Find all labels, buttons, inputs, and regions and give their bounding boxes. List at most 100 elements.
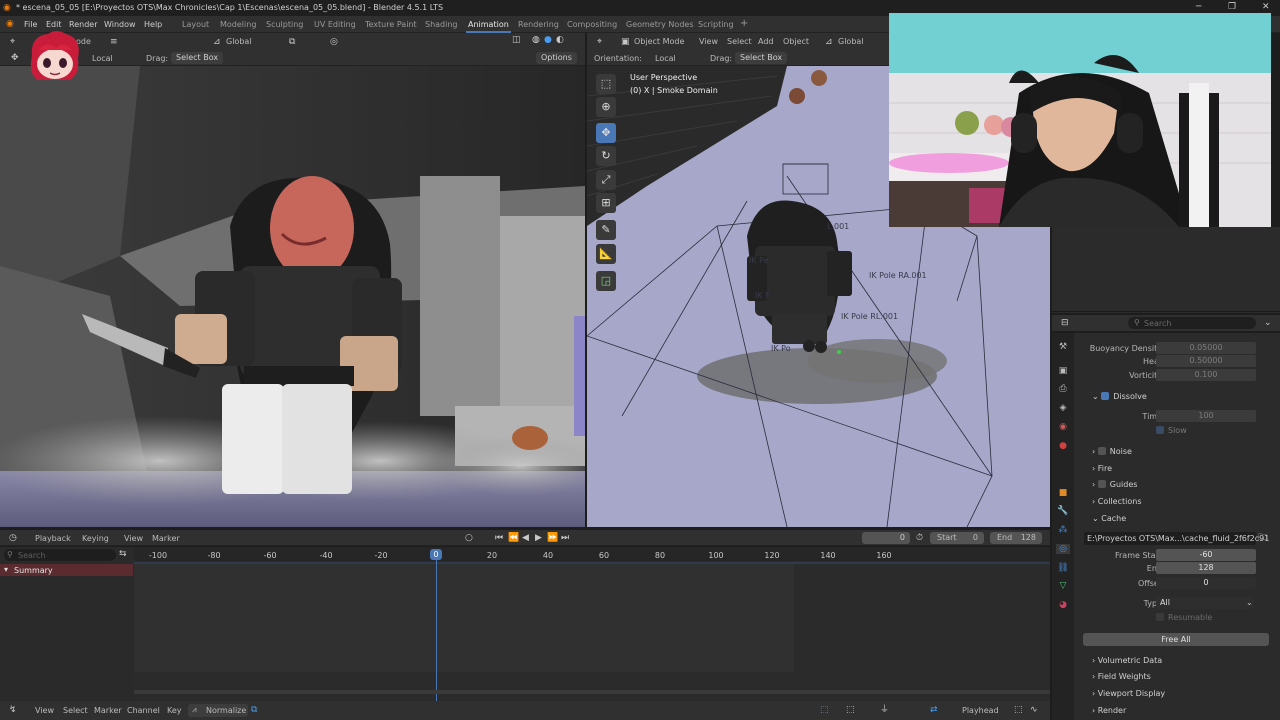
free-all-button[interactable]: Free All <box>1083 633 1269 646</box>
swap-icon[interactable]: ⇆ <box>119 549 127 559</box>
cache-directory-field[interactable]: E:\Proyectos OTS\Max...\cache_fluid_2f6f… <box>1084 532 1269 545</box>
timeline-menu-marker[interactable]: Marker <box>152 534 180 543</box>
move-tool-icon[interactable]: ✥ <box>11 53 19 63</box>
dissolve-checkbox[interactable] <box>1101 392 1110 400</box>
select-box-tool-icon[interactable]: ⬚ <box>596 74 616 94</box>
buoyancy-density-field[interactable]: 0.05000 <box>1156 342 1256 354</box>
view-layer-tab-icon[interactable]: ◈ <box>1056 403 1070 413</box>
snap-icon[interactable]: ⧉ <box>289 37 295 47</box>
start-frame-field[interactable]: Start 0 <box>930 532 984 544</box>
add-cube-tool-icon[interactable]: ◲ <box>596 271 616 291</box>
play-icon[interactable]: ▶ <box>535 533 542 543</box>
close-icon[interactable]: ✕ <box>1262 2 1270 12</box>
timeline-menu-keying[interactable]: Keying <box>82 534 109 543</box>
tool-tab-icon[interactable]: ⚒ <box>1056 342 1070 352</box>
timeline-menu-view[interactable]: View <box>124 534 143 543</box>
jump-start-icon[interactable]: ⏮ <box>495 533 503 543</box>
preview-range-icon[interactable]: ⏱ <box>916 533 923 543</box>
heat-field[interactable]: 0.50000 <box>1156 355 1256 367</box>
annotate-tool-icon[interactable]: ✎ <box>596 220 616 240</box>
resumable-checkbox[interactable] <box>1156 613 1164 621</box>
tab-scripting[interactable]: Scripting <box>698 20 734 29</box>
footer-menu-key[interactable]: Key <box>167 706 182 715</box>
summary-channel[interactable]: ▾ Summary <box>0 564 133 576</box>
slow-option[interactable]: Slow <box>1156 426 1187 435</box>
footer-menu-marker[interactable]: Marker <box>94 706 122 715</box>
editor-type-icon[interactable]: ⌖ <box>10 37 15 47</box>
measure-tool-icon[interactable]: 📐 <box>596 244 616 264</box>
menu-help[interactable]: Help <box>144 20 162 29</box>
output-tab-icon[interactable]: ⎙ <box>1056 384 1070 394</box>
object-mode-select[interactable]: Object Mode <box>634 37 684 46</box>
hidden-icon[interactable]: ⬚ <box>846 705 855 715</box>
maximize-icon[interactable]: ❐ <box>1228 2 1236 12</box>
left-pivot-value[interactable]: Local <box>92 54 113 63</box>
tab-compositing[interactable]: Compositing <box>567 20 617 29</box>
solid-shading-icon[interactable]: ● <box>544 35 552 45</box>
material-tab-icon[interactable]: ◕ <box>1056 600 1070 610</box>
minimize-icon[interactable]: ─ <box>1196 2 1201 12</box>
playhead-frame-badge[interactable]: 0 <box>430 549 442 560</box>
tab-uv-editing[interactable]: UV Editing <box>314 20 356 29</box>
tab-layout[interactable]: Layout <box>182 20 209 29</box>
snap-target-select[interactable]: Playhead <box>962 706 999 715</box>
cache-panel-header[interactable]: ⌄ Cache <box>1092 514 1126 523</box>
cursor-tool-icon[interactable]: ⊕ <box>596 97 616 117</box>
tab-geometry-nodes[interactable]: Geometry Nodes <box>626 20 693 29</box>
object-tab-icon[interactable]: ■ <box>1056 488 1070 498</box>
menu-render[interactable]: Render <box>69 20 97 29</box>
move-tool-icon-right[interactable]: ✥ <box>596 123 616 143</box>
options-button[interactable]: Options <box>536 52 577 64</box>
frame-end-field[interactable]: 128 <box>1156 562 1256 574</box>
play-reverse-icon[interactable]: ◀ <box>522 533 529 543</box>
noise-checkbox[interactable] <box>1097 447 1106 455</box>
editor-type-icon-right[interactable]: ⌖ <box>597 37 602 47</box>
chevron-down-icon[interactable]: ⌄ <box>1264 318 1272 328</box>
dissolve-time-field[interactable]: 100 <box>1156 410 1256 422</box>
slow-checkbox[interactable] <box>1156 426 1164 434</box>
field-weights-panel-header[interactable]: › Field Weights <box>1092 672 1151 681</box>
footer-menu-view[interactable]: View <box>35 706 54 715</box>
rotate-tool-icon[interactable]: ↻ <box>596 146 616 166</box>
menu-view-right[interactable]: View <box>699 37 718 46</box>
tab-shading[interactable]: Shading <box>425 20 458 29</box>
volumetric-data-panel-header[interactable]: › Volumetric Data <box>1092 656 1162 665</box>
menu-window[interactable]: Window <box>104 20 136 29</box>
snap-icon-footer[interactable]: ⧉ <box>251 705 257 715</box>
xray-icon[interactable]: ◫ <box>512 35 521 45</box>
transform-tool-icon[interactable]: ⊞ <box>596 193 616 213</box>
jump-end-icon[interactable]: ⏭ <box>561 533 569 543</box>
tab-texture-paint[interactable]: Texture Paint <box>365 20 417 29</box>
menu-hamburger-icon[interactable]: ≡ <box>110 37 118 47</box>
jump-keyframe-forward-icon[interactable]: ⏩ <box>547 533 558 543</box>
right-pivot-value[interactable]: Local <box>655 54 676 63</box>
offset-field[interactable]: 0 <box>1156 577 1256 589</box>
menu-select-right[interactable]: Select <box>727 37 752 46</box>
noise-panel-header[interactable]: › Noise <box>1092 447 1132 456</box>
curve-icon[interactable]: ∿ <box>1030 705 1038 715</box>
blender-menu-icon[interactable]: ◉ <box>6 19 14 29</box>
tab-rendering[interactable]: Rendering <box>518 20 559 29</box>
fire-panel-header[interactable]: › Fire <box>1092 464 1112 473</box>
scale-tool-icon[interactable]: ⤢ <box>596 170 616 190</box>
guides-panel-header[interactable]: › Guides <box>1092 480 1137 489</box>
tab-animation[interactable]: Animation <box>466 20 511 33</box>
auto-keying-icon[interactable]: ○ <box>465 533 473 543</box>
dissolve-panel-header[interactable]: ⌄ Dissolve <box>1092 392 1147 401</box>
dopesheet-editor-icon[interactable]: ↯ <box>9 705 17 715</box>
cache-type-select[interactable]: All <box>1156 597 1254 609</box>
modifier-tab-icon[interactable]: 🔧 <box>1056 506 1070 516</box>
menu-object-right[interactable]: Object <box>783 37 809 46</box>
guides-checkbox[interactable] <box>1097 480 1106 488</box>
frame-start-field[interactable]: -60 <box>1156 549 1256 561</box>
add-workspace-icon[interactable]: + <box>740 18 748 29</box>
physics-tab-icon[interactable]: ◎ <box>1056 544 1070 554</box>
menu-add-right[interactable]: Add <box>758 37 774 46</box>
timeline-editor-icon[interactable]: ◷ <box>9 533 17 543</box>
constraints-tab-icon[interactable]: ⛓ <box>1056 563 1070 573</box>
auto-snap-icon[interactable]: ⇄ <box>930 705 938 715</box>
right-orientation-value[interactable]: Global <box>838 37 864 46</box>
right-drag-select[interactable]: Select Box <box>735 52 788 64</box>
current-frame-field[interactable]: 0 <box>862 532 910 544</box>
jump-keyframe-back-icon[interactable]: ⏪ <box>508 533 519 543</box>
